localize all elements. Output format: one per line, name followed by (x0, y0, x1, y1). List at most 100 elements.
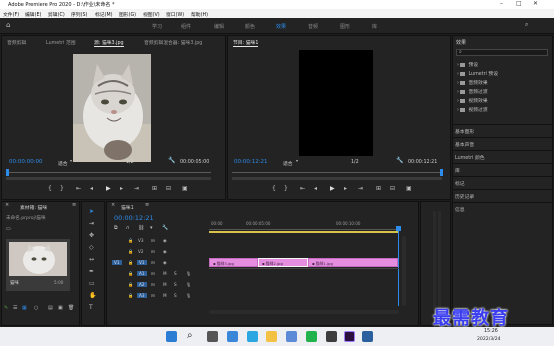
play-icon[interactable]: ▶ (330, 186, 335, 192)
source-playhead[interactable] (6, 169, 9, 176)
lock-icon[interactable]: 🔒 (128, 238, 133, 244)
new-bin-icon[interactable]: ▤ (48, 306, 53, 311)
mute-icon[interactable]: M (163, 293, 167, 298)
effects-folder-presets[interactable]: › 预设 (457, 61, 478, 68)
lock-icon[interactable]: 🔒 (128, 293, 133, 299)
panel-essential-graphics[interactable]: 基本图形 (455, 128, 474, 135)
panel-essential-sound[interactable]: 基本声音 (455, 141, 474, 148)
step-back-icon[interactable]: ◂ (314, 186, 317, 192)
mark-out-icon[interactable]: } (284, 186, 288, 192)
step-forward-icon[interactable]: ▸ (344, 186, 347, 192)
workspace-assembly[interactable]: 组件 (181, 23, 191, 30)
lock-icon[interactable]: 🔒 (128, 249, 133, 255)
mark-out-icon[interactable]: } (60, 186, 64, 192)
extract-icon[interactable]: ⊟ (390, 186, 395, 192)
icon-view-icon[interactable]: ▦ (22, 306, 27, 311)
lock-icon[interactable]: 🔒 (128, 260, 133, 266)
eye-icon[interactable]: ◉ (163, 260, 167, 265)
workspace-color[interactable]: 颜色 (245, 23, 255, 30)
panel-libraries[interactable]: 库 (455, 167, 460, 174)
tab-audio-clip[interactable]: 音频剪辑 (7, 39, 26, 46)
sync-lock-icon[interactable]: ⊟ (151, 271, 155, 276)
step-forward-icon[interactable]: ▸ (120, 186, 123, 192)
overwrite-icon[interactable]: ⊟ (166, 186, 171, 192)
widgets-icon[interactable] (227, 331, 238, 342)
start-icon[interactable] (166, 331, 177, 342)
panel-markers[interactable]: 标记 (455, 180, 465, 187)
sync-lock-icon[interactable]: ⊟ (151, 238, 155, 243)
workspace-audio[interactable]: 音频 (308, 23, 318, 30)
sync-lock-icon[interactable]: ⊟ (151, 293, 155, 298)
chevron-down-icon[interactable]: ▾ (296, 159, 298, 163)
magnet-icon[interactable]: ∩ (126, 226, 130, 231)
go-to-in-icon[interactable]: ⇤ (300, 186, 305, 192)
solo-icon[interactable]: S (174, 282, 177, 287)
edge-icon[interactable] (247, 331, 258, 342)
track-a1-label[interactable]: A1 (137, 271, 147, 276)
source-zoom-bar[interactable] (6, 177, 211, 180)
track-a3-label[interactable]: A3 (137, 293, 147, 298)
pen-tool-icon[interactable]: ✒ (89, 269, 94, 275)
wrench-icon[interactable]: 🔧 (162, 226, 168, 231)
razor-tool-icon[interactable]: ◇ (89, 245, 94, 251)
eye-icon[interactable]: ◉ (163, 249, 167, 254)
file-explorer-icon[interactable] (266, 331, 277, 342)
timeline-timecode[interactable]: 00:00:12:21 (114, 214, 154, 222)
program-resolution[interactable]: 1/2 (351, 160, 359, 165)
task-view-icon[interactable] (207, 331, 218, 342)
sync-lock-icon[interactable]: ⊟ (151, 249, 155, 254)
effects-folder-video-transitions[interactable]: › 视频过渡 (457, 106, 488, 113)
export-frame-icon[interactable]: ▣ (182, 186, 188, 192)
timeline-clip-1[interactable]: ▪ 猫咪3.jpg (209, 258, 258, 267)
timeline-vertical-scrollbar[interactable] (402, 236, 406, 306)
taskbar-date[interactable]: 2022/3/24 (477, 337, 501, 342)
tab-lumetri-scopes[interactable]: Lumetri 范围 (46, 39, 76, 46)
chevron-down-icon[interactable]: ▾ (70, 159, 72, 163)
effects-search-input[interactable]: ⌕ (456, 49, 548, 56)
menu-clip[interactable]: 剪辑(C) (48, 11, 65, 18)
lock-icon[interactable]: 🔒 (128, 271, 133, 277)
workspace-learn[interactable]: 学习 (152, 23, 162, 30)
workspace-editing[interactable]: 编辑 (214, 23, 224, 30)
hand-tool-icon[interactable]: ✋ (89, 293, 96, 299)
close-icon[interactable]: × (111, 203, 115, 208)
wechat-icon[interactable] (306, 331, 317, 342)
word-icon[interactable] (362, 331, 373, 342)
menu-window[interactable]: 窗口(W) (166, 11, 184, 18)
wrench-icon[interactable]: 🔧 (396, 158, 403, 164)
menu-file[interactable]: 文件(F) (3, 11, 19, 18)
wrench-icon[interactable]: 🔧 (168, 158, 175, 164)
microphone-icon[interactable]: 🎙 (186, 282, 191, 288)
step-back-icon[interactable]: ◂ (90, 186, 93, 192)
effects-folder-lumetri-presets[interactable]: › Lumetri 预设 (457, 70, 498, 77)
source-scrub-bar[interactable] (6, 172, 211, 173)
folder-up-icon[interactable]: ▭ (6, 227, 11, 232)
menu-sequence[interactable]: 序列(S) (71, 11, 87, 18)
tab-source[interactable]: 源: 猫咪3.jpg (94, 39, 124, 47)
timeline-horizontal-scrollbar[interactable] (209, 310, 399, 314)
close-icon[interactable]: ✕ (533, 0, 538, 7)
search-icon[interactable]: ⌕ (187, 330, 193, 341)
export-frame-icon[interactable]: ▣ (406, 186, 412, 192)
lift-icon[interactable]: ⊞ (376, 186, 381, 192)
marker-icon[interactable]: ▾ (150, 226, 153, 231)
close-icon[interactable]: × (5, 203, 9, 208)
solo-icon[interactable]: S (174, 293, 177, 298)
effects-folder-video-effects[interactable]: › 视频效果 (457, 97, 488, 104)
list-view-icon[interactable]: ☰ (13, 306, 17, 311)
solo-icon[interactable]: S (174, 271, 177, 276)
mute-icon[interactable]: M (163, 282, 167, 287)
track-a2-label[interactable]: A2 (137, 282, 147, 287)
bin-tab[interactable]: 素材箱: 猫咪 (20, 204, 47, 211)
microphone-icon[interactable]: 🎙 (186, 271, 191, 277)
new-item-icon[interactable]: ▣ (58, 306, 63, 311)
store-icon[interactable] (286, 331, 297, 342)
timeline-ruler[interactable] (209, 229, 399, 230)
minimize-icon[interactable]: – (500, 0, 503, 7)
menu-help[interactable]: 帮助(H) (191, 11, 208, 18)
effects-folder-audio-transitions[interactable]: › 音频过渡 (457, 88, 488, 95)
bin-item[interactable]: 猫咪 5:00 (6, 239, 70, 291)
pencil-icon[interactable]: ✎ (4, 306, 8, 311)
program-playhead[interactable] (440, 169, 443, 176)
type-tool-icon[interactable]: T (89, 305, 93, 311)
